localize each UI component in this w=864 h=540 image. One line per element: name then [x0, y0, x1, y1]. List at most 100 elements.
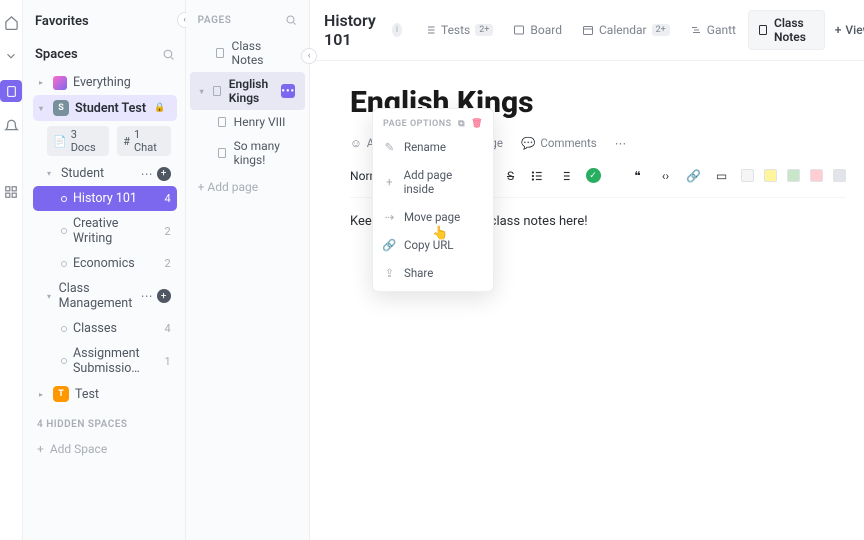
view-badge: 2+ [652, 24, 670, 36]
menu-share[interactable]: ⇪Share [373, 259, 493, 287]
page-icon [214, 47, 226, 59]
space-name: Student Test [75, 101, 146, 116]
favorites-header[interactable]: Favorites [33, 10, 177, 39]
hidden-spaces-label[interactable]: 4 HIDDEN SPACES [33, 407, 177, 438]
list-economics[interactable]: Economics 2 [33, 251, 177, 276]
view-board[interactable]: Board [505, 18, 570, 42]
menu-add-page-inside[interactable]: +Add page inside [373, 161, 493, 203]
page-icon [216, 116, 228, 128]
caret-icon: ▸ [39, 390, 47, 399]
folder-name: Class Management [59, 281, 135, 311]
plus-icon: + [383, 175, 396, 189]
color-swatch[interactable] [764, 169, 777, 182]
pages-header: PAGES [186, 0, 309, 34]
folder-student[interactable]: ▾ Student ⋯ + [33, 161, 177, 186]
page-more-button[interactable]: ••• [281, 84, 295, 98]
page-title: Class Notes [232, 39, 296, 67]
info-icon[interactable]: i [392, 23, 402, 37]
page-title: So many kings! [234, 139, 295, 167]
view-tests[interactable]: Tests 2+ [416, 18, 501, 42]
list-name: Creative Writing [73, 216, 158, 246]
numbered-list-button[interactable] [558, 169, 576, 183]
smile-icon: ☺ [350, 136, 362, 150]
cursor-icon: 👆 [432, 226, 448, 241]
color-swatch[interactable] [810, 169, 823, 182]
comment-icon: 💬 [521, 136, 535, 150]
color-swatch[interactable] [833, 169, 846, 182]
quote-button[interactable]: ❝ [629, 169, 647, 183]
list-classes[interactable]: Classes 4 [33, 316, 177, 341]
code-button[interactable]: ‹› [657, 169, 675, 183]
plus-icon: + [835, 23, 842, 37]
chevron-icon[interactable] [1, 46, 21, 66]
docs-chip[interactable]: 📄3 Docs [47, 126, 109, 156]
chat-chip[interactable]: #1 Chat [117, 126, 170, 156]
add-icon[interactable]: + [157, 289, 171, 303]
caret-icon: ▾ [47, 292, 53, 301]
space-test[interactable]: ▸ T Test [33, 381, 177, 407]
calendar-icon [582, 24, 594, 36]
view-class-notes[interactable]: Class Notes [748, 10, 825, 50]
color-swatch[interactable] [741, 169, 754, 182]
page-english-kings[interactable]: ▾ English Kings ••• [190, 72, 305, 110]
list-history-101[interactable]: History 101 4 [33, 186, 177, 211]
doc-icon[interactable] [0, 80, 22, 102]
everything-label: Everything [73, 75, 131, 90]
page-icon [216, 147, 228, 159]
strikethrough-button[interactable]: S [502, 169, 520, 183]
list-name: Assignment Submissio… [73, 346, 158, 376]
spaces-header: Spaces [33, 39, 177, 70]
comments-button[interactable]: 💬Comments [521, 136, 597, 150]
doc-icon: 📄 [53, 135, 67, 148]
gantt-icon [690, 24, 702, 36]
list-icon [424, 24, 436, 36]
menu-rename[interactable]: ✎Rename [373, 133, 493, 161]
list-creative-writing[interactable]: Creative Writing 2 [33, 211, 177, 251]
list-dot-icon [61, 358, 67, 364]
more-icon[interactable]: ⋯ [141, 167, 153, 181]
bell-icon[interactable] [1, 116, 21, 136]
checklist-button[interactable]: ✓ [586, 168, 601, 183]
list-count: 4 [164, 322, 170, 335]
grid-icon[interactable] [1, 182, 21, 202]
doc-icon [757, 24, 769, 36]
space-avatar: S [53, 100, 69, 116]
list-assignment-submissions[interactable]: Assignment Submissio… 1 [33, 341, 177, 381]
duplicate-icon[interactable]: ⧉ [458, 119, 465, 129]
view-gantt[interactable]: Gantt [682, 18, 744, 42]
view-calendar[interactable]: Calendar 2+ [574, 18, 678, 42]
topbar: History 101 i Tests 2+ Board Calendar 2+… [310, 0, 864, 61]
folder-class-management[interactable]: ▾ Class Management ⋯ + [33, 276, 177, 316]
add-icon[interactable]: + [157, 167, 171, 181]
add-page-button[interactable]: + Add page [186, 172, 309, 202]
caret-icon: ▾ [39, 104, 47, 113]
caret-icon: ▸ [39, 78, 47, 87]
link-button[interactable]: 🔗 [685, 169, 703, 183]
trash-icon[interactable]: 🗑 [471, 119, 483, 129]
board-icon [513, 24, 525, 36]
list-name: Classes [73, 321, 117, 336]
breadcrumb-title[interactable]: History 101 [324, 11, 384, 49]
page-henry-viii[interactable]: Henry VIII [190, 110, 305, 134]
more-button[interactable]: ⋯ [615, 136, 627, 150]
page-title: Henry VIII [234, 115, 286, 129]
image-button[interactable]: ▭ [713, 169, 731, 183]
everything-row[interactable]: ▸ Everything [33, 70, 177, 95]
search-icon[interactable] [285, 14, 297, 26]
list-count: 1 [164, 355, 170, 368]
caret-icon: ▾ [47, 169, 55, 178]
page-title: English Kings [229, 77, 276, 105]
more-icon[interactable]: ⋯ [141, 289, 153, 303]
page-so-many-kings[interactable]: So many kings! [190, 134, 305, 172]
add-space-button[interactable]: + Add Space [33, 438, 177, 460]
space-student-test[interactable]: ▾ S Student Test 🔒 [33, 95, 177, 121]
search-icon[interactable] [162, 48, 175, 61]
page-class-notes[interactable]: Class Notes [190, 34, 305, 72]
space-avatar: T [53, 386, 69, 402]
home-icon[interactable] [1, 12, 21, 32]
color-swatch[interactable] [787, 169, 800, 182]
bullet-list-button[interactable] [530, 169, 548, 183]
spaces-label: Spaces [35, 47, 78, 62]
add-view-button[interactable]: + View [835, 23, 864, 37]
sidebar: ‹ Favorites Spaces ▸ Everything ▾ S Stud… [23, 0, 186, 540]
